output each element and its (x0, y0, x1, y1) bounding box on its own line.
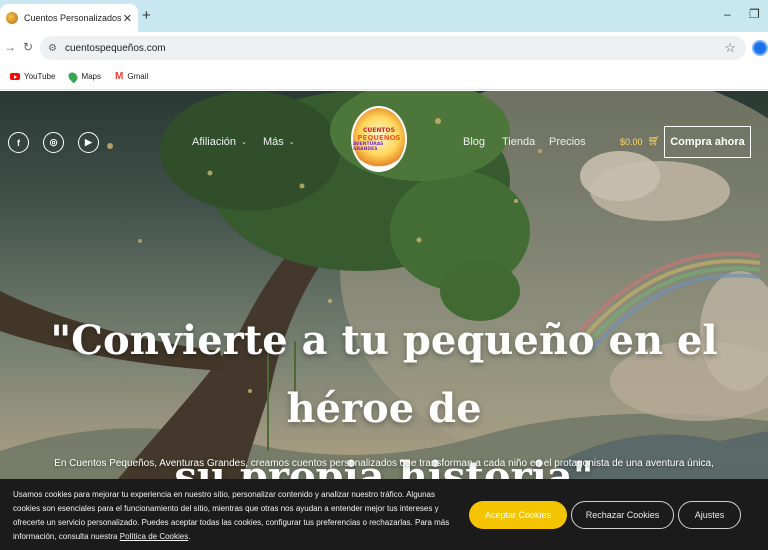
hero-headline-line1: "Convierte a tu pequeño en el héroe de (50, 317, 718, 432)
hero-subtext: En Cuentos Pequeños, Aventuras Grandes, … (54, 458, 714, 469)
youtube-icon (10, 73, 20, 80)
tab-title: Cuentos Personalizados - Cuen (24, 13, 121, 23)
cookie-settings-button[interactable]: Ajustes (678, 501, 741, 529)
bookmark-label: Gmail (127, 72, 149, 81)
cookie-policy-suffix: . (188, 532, 191, 541)
profile-avatar-icon[interactable] (752, 40, 768, 56)
minimize-icon[interactable]: – (724, 7, 731, 21)
buy-now-button[interactable]: Compra ahora (664, 126, 751, 158)
site-logo[interactable]: CUENTOS PEQUEÑOS AVENTURAS GRANDES (351, 106, 407, 172)
cart-link[interactable]: $0.00 🛒︎ (620, 136, 660, 147)
nav-store[interactable]: Tienda (502, 136, 535, 148)
accept-cookies-button[interactable]: Aceptar Cookies (469, 501, 567, 529)
instagram-icon[interactable]: ◎ (43, 132, 64, 153)
logo-text-line3: AVENTURAS GRANDES (353, 141, 384, 152)
chevron-down-icon: ⌄ (288, 139, 295, 146)
cookie-policy-link[interactable]: Política de Cookies (120, 532, 188, 541)
nav-more[interactable]: Más ⌄ (263, 136, 295, 148)
bookmark-youtube[interactable]: YouTube (10, 72, 55, 81)
reload-icon[interactable]: ↻ (23, 40, 33, 54)
logo-text-line1: CUENTOS (363, 126, 395, 134)
nav-blog[interactable]: Blog (463, 136, 485, 148)
nav-affiliation-label: Afiliación (192, 136, 237, 148)
nav-more-label: Más (263, 136, 284, 148)
bookmarks-bar: YouTube Maps M Gmail (0, 64, 768, 90)
logo-text-line2: PEQUEÑOS (357, 133, 401, 142)
bookmark-gmail[interactable]: M Gmail (115, 71, 148, 82)
tab-bar: Cuentos Personalizados - Cuen ✕ + – ❐ (0, 0, 768, 32)
cookie-banner: Usamos cookies para mejorar tu experienc… (0, 479, 768, 550)
maps-icon (67, 70, 80, 83)
facebook-icon[interactable]: f (8, 132, 29, 153)
bookmark-maps[interactable]: Maps (67, 70, 101, 83)
youtube-icon[interactable]: ▶ (78, 132, 99, 153)
nav-prices[interactable]: Precios (549, 136, 586, 148)
cart-total: $0.00 (620, 136, 643, 147)
new-tab-button[interactable]: + (142, 7, 151, 24)
browser-toolbar: → ↻ ⚙ cuentospequeños.com ☆ (0, 32, 768, 64)
bookmark-label: YouTube (24, 72, 56, 81)
reject-cookies-button[interactable]: Rechazar Cookies (571, 501, 674, 529)
gmail-icon: M (115, 71, 124, 82)
url-text: cuentospequeños.com (64, 42, 166, 54)
bookmark-star-icon[interactable]: ☆ (724, 40, 736, 56)
nav-affiliation[interactable]: Afiliación ⌄ (192, 136, 247, 148)
site-info-icon[interactable]: ⚙ (48, 43, 57, 54)
site-favicon-icon (6, 12, 18, 24)
cart-icon: 🛒︎ (647, 136, 661, 147)
close-tab-icon[interactable]: ✕ (123, 12, 132, 25)
chevron-down-icon: ⌄ (241, 139, 247, 146)
address-bar[interactable]: ⚙ cuentospequeños.com ☆ (40, 36, 746, 60)
forward-icon[interactable]: → (4, 40, 16, 54)
cookie-text: Usamos cookies para mejorar tu experienc… (13, 488, 453, 544)
restore-icon[interactable]: ❐ (749, 7, 760, 21)
cookie-description: Usamos cookies para mejorar tu experienc… (13, 490, 450, 541)
bookmark-label: Maps (81, 72, 101, 81)
browser-tab[interactable]: Cuentos Personalizados - Cuen ✕ (0, 4, 138, 32)
